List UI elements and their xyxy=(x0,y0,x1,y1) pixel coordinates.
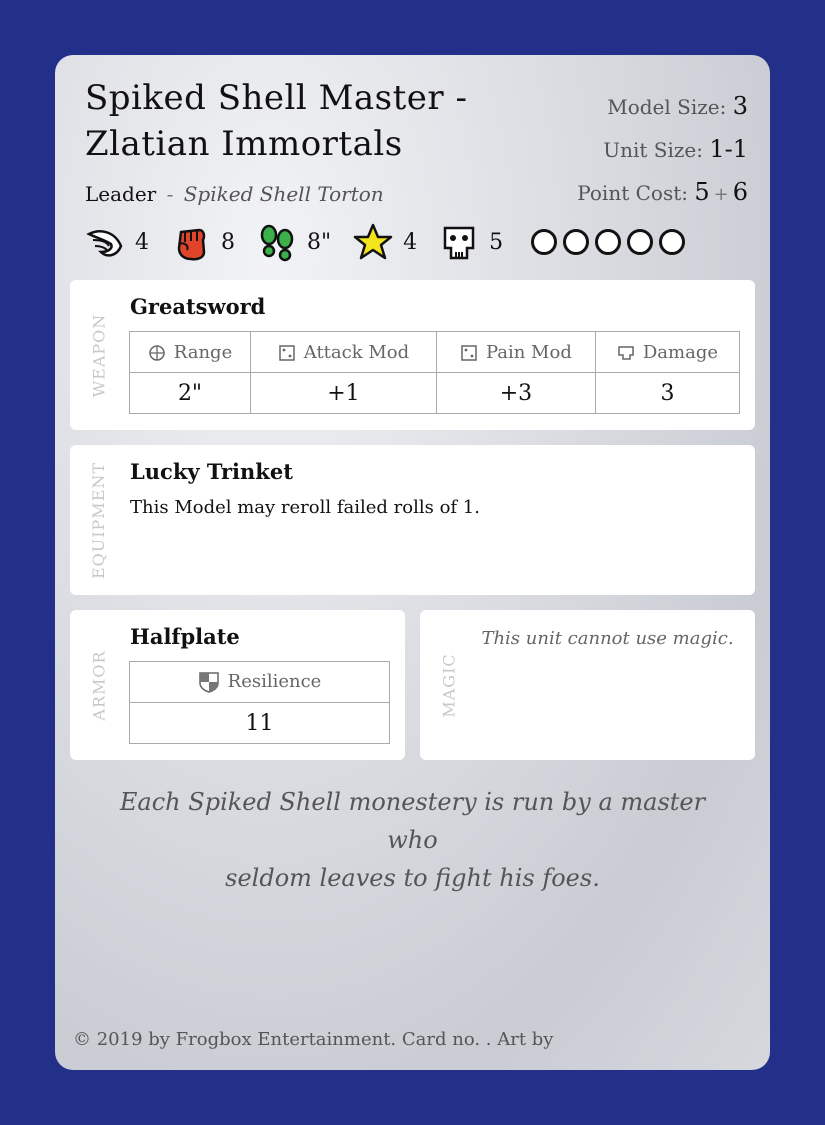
flavor-text: Each Spiked Shell monestery is run by a … xyxy=(119,788,706,892)
weapon-stats-table: Range Attack Mod Pain Mod Damage 2" +1 +… xyxy=(129,331,741,414)
weapon-name: Greatsword xyxy=(130,294,266,319)
unit-role: Leader xyxy=(85,182,157,206)
attack-mod-header: Attack Mod xyxy=(250,331,437,373)
damage-header: Damage xyxy=(594,331,741,373)
armor-stats-table: Resilience 11 xyxy=(129,661,390,744)
stat-attack: 8 xyxy=(171,222,235,262)
point-cost: Point Cost: 5 +6 xyxy=(577,178,748,206)
wound-tracker xyxy=(531,229,691,255)
pain-mod-header: Pain Mod xyxy=(435,331,596,373)
armor-section-label: ARMOR xyxy=(89,649,109,721)
fist-icon xyxy=(177,228,206,261)
stat-movement: 4 xyxy=(85,222,149,262)
unit-subtitle: Leader - Spiked Shell Torton xyxy=(85,182,384,206)
range-value: 2" xyxy=(129,372,251,414)
stat-skill: 4 xyxy=(353,222,417,262)
resilience-header: Resilience xyxy=(129,661,390,703)
copyright-footer: © 2019 by Frogbox Entertainment. Card no… xyxy=(73,1029,554,1050)
card-title: Spiked Shell Master - Zlatian Immortals xyxy=(85,75,505,167)
die-icon xyxy=(461,344,477,361)
magic-panel: MAGIC This unit cannot use magic. xyxy=(420,610,755,760)
weapon-panel: WEAPON Greatsword Range Attack Mod Pain … xyxy=(70,280,755,430)
unit-size: Unit Size: 1-1 xyxy=(603,135,748,163)
wound-box[interactable] xyxy=(659,229,686,255)
damage-value: 3 xyxy=(594,372,741,414)
wing-icon xyxy=(86,230,123,257)
stat-move-distance: 8" xyxy=(257,222,331,262)
star-icon xyxy=(353,223,393,260)
pain-mod-value: +3 xyxy=(435,372,596,414)
wound-box[interactable] xyxy=(595,229,622,255)
skull-icon xyxy=(443,226,475,260)
attack-mod-value: +1 xyxy=(250,372,437,414)
magic-description: This unit cannot use magic. xyxy=(481,628,734,649)
wound-box[interactable] xyxy=(627,229,654,255)
subtitle-separator: - xyxy=(166,182,174,206)
model-size: Model Size: 3 xyxy=(607,92,748,120)
crosshair-icon xyxy=(149,344,165,361)
range-header: Range xyxy=(129,331,251,373)
wound-box[interactable] xyxy=(563,229,590,255)
equipment-section-label: EQUIPMENT xyxy=(89,461,109,579)
skull-icon xyxy=(618,345,634,360)
title-line-2: Zlatian Immortals xyxy=(85,124,403,164)
footprints-icon xyxy=(260,224,294,262)
armor-panel: ARMOR Halfplate Resilience 11 xyxy=(70,610,405,760)
stat-morale: 5 xyxy=(439,222,503,262)
unit-meta: Model Size: 3 Unit Size: 1-1 Point Cost:… xyxy=(577,85,748,216)
die-icon xyxy=(279,344,295,361)
unit-card: Spiked Shell Master - Zlatian Immortals … xyxy=(55,55,770,1070)
stat-bar: 4 8 8" 4 5 xyxy=(85,220,691,264)
equipment-panel: EQUIPMENT Lucky Trinket This Model may r… xyxy=(70,445,755,595)
shield-icon xyxy=(198,672,219,693)
wound-box[interactable] xyxy=(531,229,558,255)
weapon-section-label: WEAPON xyxy=(89,313,109,397)
armor-name: Halfplate xyxy=(130,624,240,649)
unit-subtype: Spiked Shell Torton xyxy=(183,182,384,206)
equipment-name: Lucky Trinket xyxy=(130,459,293,484)
resilience-value: 11 xyxy=(129,702,390,744)
equipment-description: This Model may reroll failed rolls of 1. xyxy=(130,497,480,518)
title-line-1: Spiked Shell Master - xyxy=(85,78,468,118)
